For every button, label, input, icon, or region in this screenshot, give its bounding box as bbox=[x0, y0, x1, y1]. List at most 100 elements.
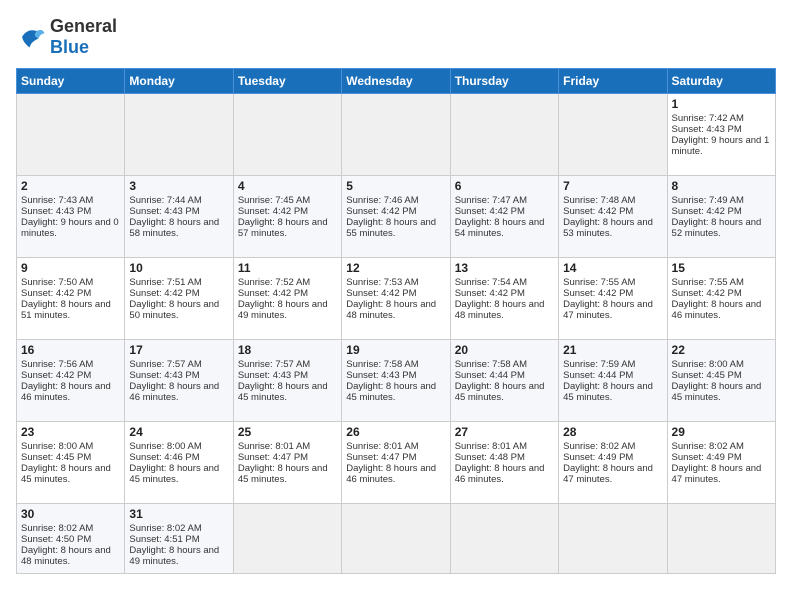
logo-general: General bbox=[50, 16, 117, 37]
calendar-cell: 12 Sunrise: 7:53 AM Sunset: 4:42 PM Dayl… bbox=[342, 258, 450, 340]
sunset-text: Sunset: 4:47 PM bbox=[238, 452, 308, 463]
calendar-cell: 8 Sunrise: 7:49 AM Sunset: 4:42 PM Dayli… bbox=[667, 176, 775, 258]
sunrise-text: Sunrise: 8:00 AM bbox=[21, 441, 93, 452]
sunset-text: Sunset: 4:43 PM bbox=[129, 370, 199, 381]
calendar-cell: 11 Sunrise: 7:52 AM Sunset: 4:42 PM Dayl… bbox=[233, 258, 341, 340]
day-number: 1 bbox=[672, 97, 771, 111]
sunset-text: Sunset: 4:43 PM bbox=[21, 206, 91, 217]
calendar-cell bbox=[667, 504, 775, 574]
daylight-text: Daylight: 8 hours and 48 minutes. bbox=[21, 545, 111, 567]
calendar-cell: 30 Sunrise: 8:02 AM Sunset: 4:50 PM Dayl… bbox=[17, 504, 125, 574]
calendar-cell: 1 Sunrise: 7:42 AM Sunset: 4:43 PM Dayli… bbox=[667, 94, 775, 176]
calendar-cell bbox=[233, 504, 341, 574]
day-number: 15 bbox=[672, 261, 771, 275]
daylight-text: Daylight: 8 hours and 46 minutes. bbox=[129, 381, 219, 403]
calendar-cell bbox=[17, 94, 125, 176]
calendar-cell: 5 Sunrise: 7:46 AM Sunset: 4:42 PM Dayli… bbox=[342, 176, 450, 258]
daylight-text: Daylight: 8 hours and 45 minutes. bbox=[129, 463, 219, 485]
sunset-text: Sunset: 4:42 PM bbox=[129, 288, 199, 299]
sunset-text: Sunset: 4:44 PM bbox=[455, 370, 525, 381]
day-number: 19 bbox=[346, 343, 445, 357]
calendar-table: Sunday Monday Tuesday Wednesday Thursday… bbox=[16, 68, 776, 574]
sunrise-text: Sunrise: 7:47 AM bbox=[455, 195, 527, 206]
sunset-text: Sunset: 4:47 PM bbox=[346, 452, 416, 463]
day-number: 28 bbox=[563, 425, 662, 439]
day-number: 14 bbox=[563, 261, 662, 275]
daylight-text: Daylight: 8 hours and 46 minutes. bbox=[346, 463, 436, 485]
calendar-cell: 21 Sunrise: 7:59 AM Sunset: 4:44 PM Dayl… bbox=[559, 340, 667, 422]
sunset-text: Sunset: 4:42 PM bbox=[455, 288, 525, 299]
sunrise-text: Sunrise: 7:56 AM bbox=[21, 359, 93, 370]
daylight-text: Daylight: 8 hours and 45 minutes. bbox=[563, 381, 653, 403]
sunset-text: Sunset: 4:42 PM bbox=[563, 206, 633, 217]
calendar-cell: 24 Sunrise: 8:00 AM Sunset: 4:46 PM Dayl… bbox=[125, 422, 233, 504]
calendar-cell: 4 Sunrise: 7:45 AM Sunset: 4:42 PM Dayli… bbox=[233, 176, 341, 258]
calendar-cell: 6 Sunrise: 7:47 AM Sunset: 4:42 PM Dayli… bbox=[450, 176, 558, 258]
day-number: 12 bbox=[346, 261, 445, 275]
day-number: 4 bbox=[238, 179, 337, 193]
sunrise-text: Sunrise: 7:57 AM bbox=[238, 359, 310, 370]
sunset-text: Sunset: 4:43 PM bbox=[672, 124, 742, 135]
sunrise-text: Sunrise: 8:01 AM bbox=[238, 441, 310, 452]
col-monday: Monday bbox=[125, 69, 233, 94]
sunrise-text: Sunrise: 8:02 AM bbox=[672, 441, 744, 452]
col-thursday: Thursday bbox=[450, 69, 558, 94]
calendar-cell: 23 Sunrise: 8:00 AM Sunset: 4:45 PM Dayl… bbox=[17, 422, 125, 504]
sunset-text: Sunset: 4:42 PM bbox=[346, 288, 416, 299]
sunset-text: Sunset: 4:48 PM bbox=[455, 452, 525, 463]
sunset-text: Sunset: 4:45 PM bbox=[21, 452, 91, 463]
calendar-header-row: Sunday Monday Tuesday Wednesday Thursday… bbox=[17, 69, 776, 94]
sunset-text: Sunset: 4:42 PM bbox=[672, 288, 742, 299]
sunset-text: Sunset: 4:46 PM bbox=[129, 452, 199, 463]
sunrise-text: Sunrise: 7:50 AM bbox=[21, 277, 93, 288]
calendar-cell: 3 Sunrise: 7:44 AM Sunset: 4:43 PM Dayli… bbox=[125, 176, 233, 258]
sunrise-text: Sunrise: 7:51 AM bbox=[129, 277, 201, 288]
day-number: 20 bbox=[455, 343, 554, 357]
sunrise-text: Sunrise: 8:01 AM bbox=[455, 441, 527, 452]
sunrise-text: Sunrise: 7:49 AM bbox=[672, 195, 744, 206]
calendar-cell: 17 Sunrise: 7:57 AM Sunset: 4:43 PM Dayl… bbox=[125, 340, 233, 422]
sunset-text: Sunset: 4:42 PM bbox=[346, 206, 416, 217]
daylight-text: Daylight: 8 hours and 49 minutes. bbox=[238, 299, 328, 321]
calendar-cell: 26 Sunrise: 8:01 AM Sunset: 4:47 PM Dayl… bbox=[342, 422, 450, 504]
sunset-text: Sunset: 4:44 PM bbox=[563, 370, 633, 381]
daylight-text: Daylight: 8 hours and 55 minutes. bbox=[346, 217, 436, 239]
day-number: 27 bbox=[455, 425, 554, 439]
calendar-cell: 13 Sunrise: 7:54 AM Sunset: 4:42 PM Dayl… bbox=[450, 258, 558, 340]
sunrise-text: Sunrise: 7:48 AM bbox=[563, 195, 635, 206]
sunset-text: Sunset: 4:51 PM bbox=[129, 534, 199, 545]
col-sunday: Sunday bbox=[17, 69, 125, 94]
calendar-cell: 9 Sunrise: 7:50 AM Sunset: 4:42 PM Dayli… bbox=[17, 258, 125, 340]
logo: General Blue bbox=[16, 16, 117, 58]
sunset-text: Sunset: 4:49 PM bbox=[563, 452, 633, 463]
sunrise-text: Sunrise: 7:55 AM bbox=[672, 277, 744, 288]
calendar-cell: 16 Sunrise: 7:56 AM Sunset: 4:42 PM Dayl… bbox=[17, 340, 125, 422]
day-number: 30 bbox=[21, 507, 120, 521]
daylight-text: Daylight: 8 hours and 48 minutes. bbox=[455, 299, 545, 321]
calendar-cell: 19 Sunrise: 7:58 AM Sunset: 4:43 PM Dayl… bbox=[342, 340, 450, 422]
day-number: 2 bbox=[21, 179, 120, 193]
sunrise-text: Sunrise: 7:55 AM bbox=[563, 277, 635, 288]
sunset-text: Sunset: 4:45 PM bbox=[672, 370, 742, 381]
calendar-cell: 15 Sunrise: 7:55 AM Sunset: 4:42 PM Dayl… bbox=[667, 258, 775, 340]
logo-icon bbox=[16, 22, 46, 52]
calendar-cell: 31 Sunrise: 8:02 AM Sunset: 4:51 PM Dayl… bbox=[125, 504, 233, 574]
day-number: 26 bbox=[346, 425, 445, 439]
day-number: 10 bbox=[129, 261, 228, 275]
daylight-text: Daylight: 9 hours and 0 minutes. bbox=[21, 217, 119, 239]
sunrise-text: Sunrise: 7:59 AM bbox=[563, 359, 635, 370]
sunset-text: Sunset: 4:42 PM bbox=[672, 206, 742, 217]
calendar-cell bbox=[559, 94, 667, 176]
daylight-text: Daylight: 8 hours and 45 minutes. bbox=[346, 381, 436, 403]
calendar-cell bbox=[342, 94, 450, 176]
day-number: 24 bbox=[129, 425, 228, 439]
sunset-text: Sunset: 4:42 PM bbox=[563, 288, 633, 299]
daylight-text: Daylight: 8 hours and 45 minutes. bbox=[21, 463, 111, 485]
daylight-text: Daylight: 8 hours and 46 minutes. bbox=[21, 381, 111, 403]
day-number: 21 bbox=[563, 343, 662, 357]
day-number: 13 bbox=[455, 261, 554, 275]
sunset-text: Sunset: 4:43 PM bbox=[129, 206, 199, 217]
daylight-text: Daylight: 8 hours and 45 minutes. bbox=[238, 463, 328, 485]
sunset-text: Sunset: 4:42 PM bbox=[455, 206, 525, 217]
daylight-text: Daylight: 9 hours and 1 minute. bbox=[672, 135, 770, 157]
